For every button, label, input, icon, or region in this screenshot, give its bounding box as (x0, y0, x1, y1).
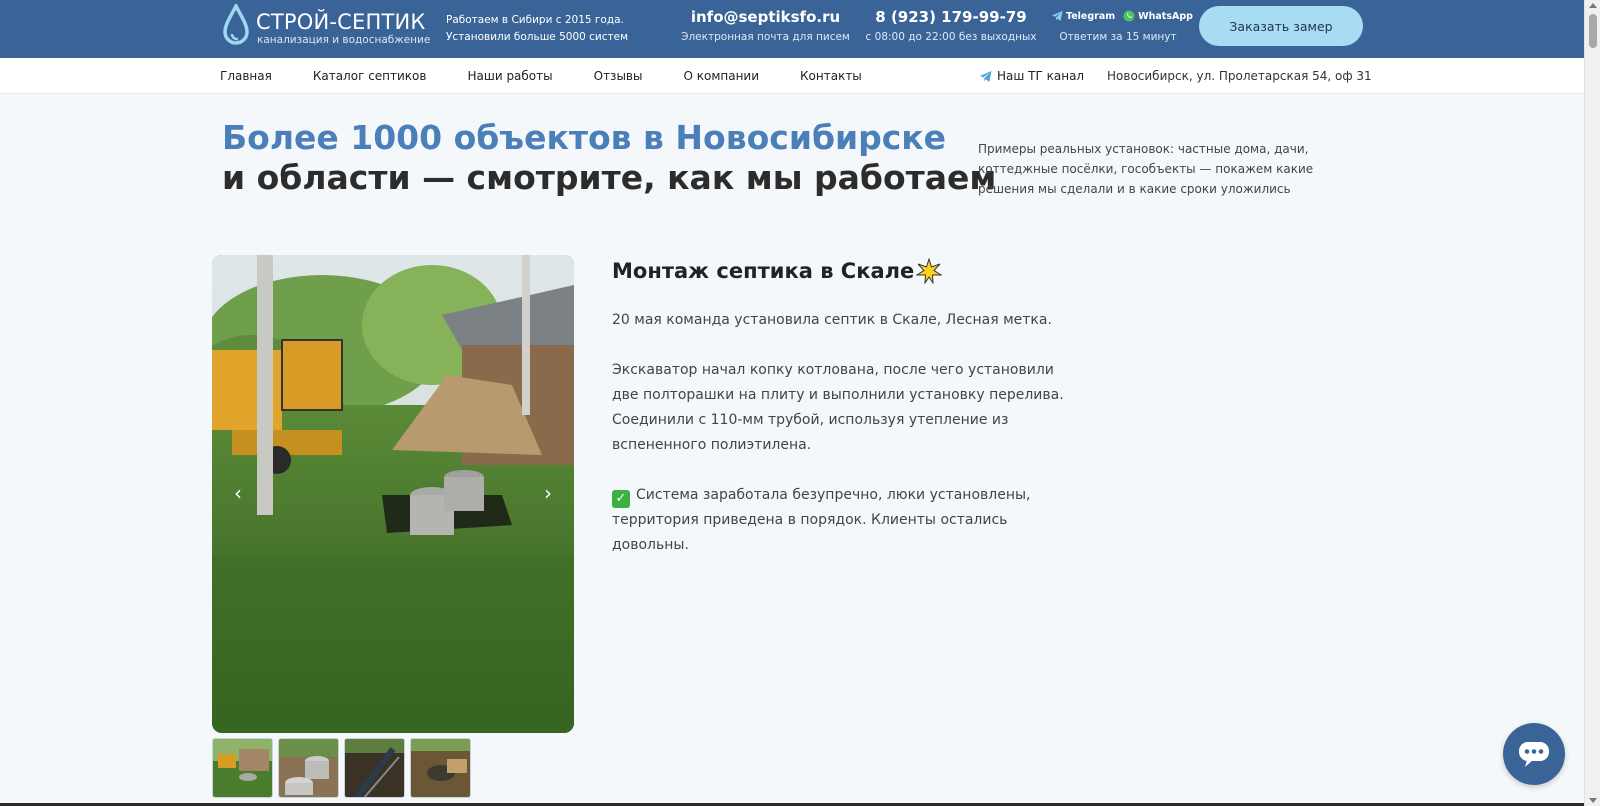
scrollbar-thumb[interactable] (1589, 14, 1597, 48)
chevron-left-icon: ‹ (234, 481, 242, 505)
nav-item-home[interactable]: Главная (220, 69, 272, 83)
whatsapp-label: WhatsApp (1138, 10, 1193, 22)
gallery-thumbnail[interactable] (278, 738, 339, 798)
logo[interactable]: СТРОЙ-СЕПТИК канализация и водоснабжение (222, 4, 432, 48)
project-paragraph: Экскаватор начал копку котлована, после … (612, 362, 1064, 453)
nav-item-about[interactable]: О компании (683, 69, 759, 83)
office-address: Новосибирск, ул. Пролетарская 54, оф 31 (1107, 69, 1372, 83)
chat-widget-button[interactable] (1503, 723, 1565, 785)
tagline-line-2: Установили больше 5000 систем (446, 31, 629, 43)
telegram-channel-link[interactable]: Наш ТГ канал (980, 69, 1084, 83)
gallery-thumbnail[interactable] (410, 738, 471, 798)
nav-item-works[interactable]: Наши работы (467, 69, 552, 83)
main-project-photo (212, 255, 574, 733)
water-drop-icon (223, 4, 249, 45)
chat-bubble-icon (1519, 742, 1549, 767)
page-scrollbar[interactable] (1584, 0, 1600, 806)
nav-item-reviews[interactable]: Отзывы (594, 69, 643, 83)
check-mark-icon: ✓ (612, 490, 630, 508)
gallery-prev-button[interactable]: ‹ (226, 479, 250, 507)
email-link[interactable]: info@septiksfo.ru (678, 8, 853, 26)
chevron-right-icon: › (544, 481, 552, 505)
phone-contact: 8 (923) 179-99-79 с 08:00 до 22:00 без в… (860, 8, 1042, 43)
gallery-thumbnails (212, 738, 471, 798)
telegram-icon (980, 70, 992, 82)
project-result: ✓ Система заработала безупречно, люки уст… (612, 483, 1082, 558)
hero-title: и области — смотрите, как мы работаем (222, 158, 997, 197)
main-navigation: Главная Каталог септиков Наши работы Отз… (0, 58, 1584, 94)
project-result-text: Система заработала безупречно, люки уста… (612, 487, 1031, 553)
nav-item-catalog[interactable]: Каталог септиков (313, 69, 427, 83)
whatsapp-icon (1123, 10, 1135, 22)
telegram-label: Telegram (1066, 10, 1116, 22)
gallery-next-button[interactable]: › (536, 479, 560, 507)
telegram-channel-label: Наш ТГ канал (997, 69, 1085, 83)
nav-item-contacts[interactable]: Контакты (800, 69, 862, 83)
project-paragraph: 20 мая команда установила септик в Скале… (612, 312, 1052, 328)
project-title-text: Монтаж септика в Скале (612, 259, 915, 283)
sparkle-icon (916, 258, 943, 284)
tagline-line-1: Работаем в Сибири с 2015 года. (446, 14, 624, 26)
project-photo-gallery[interactable]: ‹ › (212, 255, 574, 733)
order-measurement-button[interactable]: Заказать замер (1199, 6, 1363, 46)
project-description: 20 мая команда установила септик в Скале… (612, 308, 1082, 583)
project-title: Монтаж септика в Скале (612, 258, 943, 284)
company-tagline: Работаем в Сибири с 2015 года. Установил… (446, 12, 628, 46)
email-note: Электронная почта для писем (681, 31, 850, 43)
gallery-thumbnail[interactable] (344, 738, 405, 798)
scroll-down-arrow-icon[interactable] (1589, 798, 1597, 803)
scroll-up-arrow-icon[interactable] (1589, 3, 1597, 8)
logo-title: СТРОЙ-СЕПТИК (256, 10, 426, 34)
telegram-icon (1052, 11, 1063, 21)
gallery-thumbnail[interactable] (212, 738, 273, 798)
messenger-response-note: Ответим за 15 минут (1059, 31, 1177, 43)
hero-title-accent: Более 1000 объектов в Новосибирске (222, 118, 947, 157)
logo-subtitle: канализация и водоснабжение (257, 34, 431, 46)
top-header-bar: СТРОЙ-СЕПТИК канализация и водоснабжение… (0, 0, 1584, 58)
phone-hours: с 08:00 до 22:00 без выходных (865, 31, 1037, 43)
hero-description: Примеры реальных установок: частные дома… (978, 142, 1314, 196)
whatsapp-link[interactable]: WhatsApp (1123, 10, 1193, 22)
telegram-link[interactable]: Telegram (1052, 10, 1115, 22)
messenger-links: Telegram WhatsApp Ответим за 15 минут (1052, 10, 1193, 43)
phone-link[interactable]: 8 (923) 179-99-79 (860, 8, 1042, 26)
email-contact: info@septiksfo.ru Электронная почта для … (678, 8, 853, 43)
